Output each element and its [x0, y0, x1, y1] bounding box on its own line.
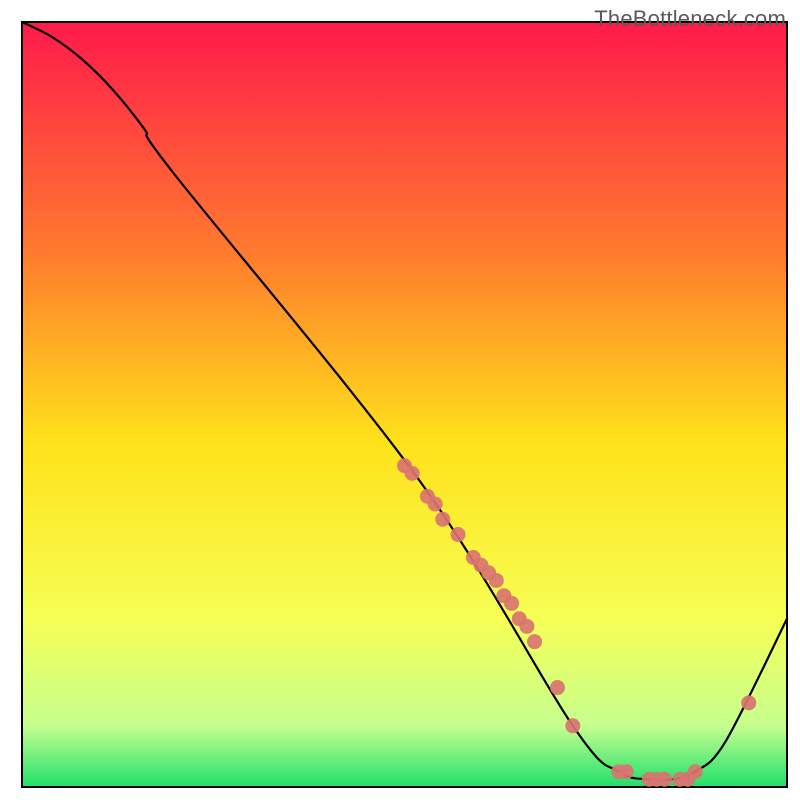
data-point [405, 466, 420, 481]
data-point [451, 527, 466, 542]
watermark-text: TheBottleneck.com [594, 6, 786, 32]
data-point [435, 512, 450, 527]
data-point [619, 764, 634, 779]
data-point [527, 634, 542, 649]
data-point [688, 764, 703, 779]
chart-stage: TheBottleneck.com [0, 0, 800, 800]
data-point [519, 619, 534, 634]
data-point [565, 718, 580, 733]
data-point [504, 596, 519, 611]
data-point [489, 573, 504, 588]
data-point [657, 772, 672, 787]
data-point [550, 680, 565, 695]
data-point [741, 695, 756, 710]
gradient-background [22, 22, 787, 787]
bottleneck-chart [0, 0, 800, 800]
data-point [428, 496, 443, 511]
